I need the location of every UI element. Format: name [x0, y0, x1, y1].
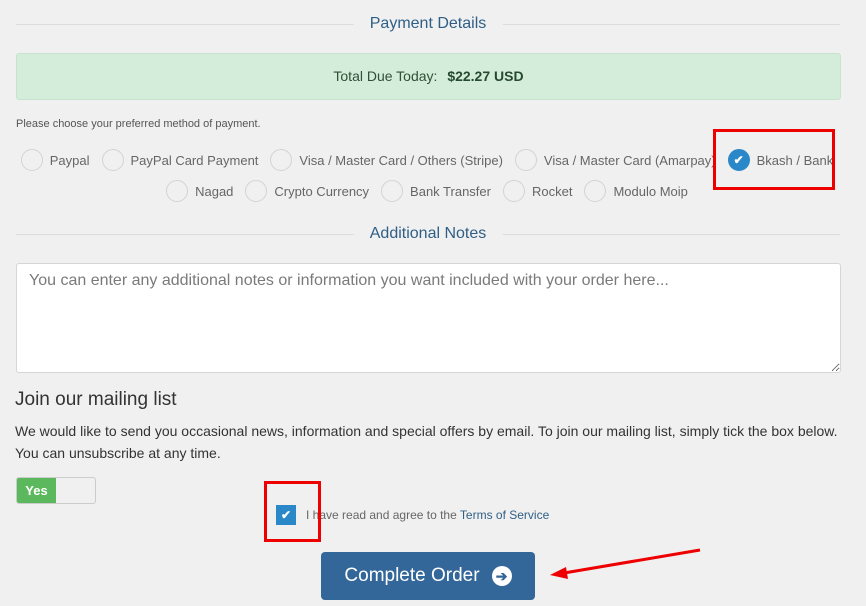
- total-due-banner: Total Due Today: $22.27 USD: [16, 53, 841, 100]
- payment-option-stripe[interactable]: Visa / Master Card / Others (Stripe): [270, 149, 503, 171]
- payment-option-label: Visa / Master Card (Amarpay): [543, 152, 716, 168]
- toggle-on-label: Yes: [17, 478, 56, 503]
- additional-notes-heading: Additional Notes: [16, 224, 840, 244]
- payment-option-bank-transfer[interactable]: Bank Transfer: [381, 180, 491, 202]
- radio-button[interactable]: [381, 180, 404, 202]
- mailing-list-title: Join our mailing list: [15, 389, 177, 410]
- payment-option-label: Bank Transfer: [410, 183, 491, 199]
- complete-order-label: Complete Order: [344, 565, 480, 586]
- annotation-arrow-shaft: [563, 548, 701, 575]
- payment-option-rocket[interactable]: Rocket: [502, 180, 573, 202]
- payment-details-heading: Payment Details: [16, 14, 840, 34]
- payment-option-amarpay[interactable]: Visa / Master Card (Amarpay): [514, 149, 716, 171]
- annotation-highlight-tos-checkbox: [264, 481, 321, 542]
- additional-notes-title: Additional Notes: [353, 224, 503, 244]
- payment-option-label: Nagad: [195, 183, 234, 199]
- radio-button[interactable]: [166, 180, 189, 202]
- terms-of-service-link[interactable]: Terms of Service: [460, 508, 549, 522]
- total-due-amount: $22.27 USD: [447, 68, 524, 84]
- payment-option-paypal-card[interactable]: PayPal Card Payment: [101, 149, 259, 171]
- radio-button[interactable]: [270, 149, 293, 171]
- payment-method-instructions: Please choose your preferred method of p…: [16, 118, 261, 130]
- payment-option-nagad[interactable]: Nagad: [166, 180, 233, 202]
- payment-details-title: Payment Details: [353, 14, 503, 34]
- complete-order-button[interactable]: Complete Order ➔: [321, 552, 535, 600]
- payment-option-label: Rocket: [531, 183, 573, 199]
- radio-button[interactable]: [514, 149, 537, 171]
- radio-button[interactable]: [584, 180, 607, 202]
- payment-option-modulo-moip[interactable]: Modulo Moip: [584, 180, 688, 202]
- arrow-circle-right-icon: ➔: [491, 566, 512, 586]
- mailing-list-description: We would like to send you occasional new…: [15, 423, 838, 461]
- annotation-arrow-icon: [550, 548, 701, 579]
- annotation-highlight-bkash: [713, 129, 835, 190]
- radio-button[interactable]: [101, 149, 124, 171]
- payment-option-label: PayPal Card Payment: [130, 152, 259, 168]
- payment-option-crypto[interactable]: Crypto Currency: [245, 180, 369, 202]
- payment-option-label: Paypal: [49, 152, 90, 168]
- radio-button[interactable]: [502, 180, 525, 202]
- total-due-label: Total Due Today:: [333, 68, 438, 84]
- radio-button[interactable]: [245, 180, 268, 202]
- tos-label: I have read and agree to the Terms of Se…: [306, 508, 549, 522]
- tos-text: I have read and agree to the: [306, 508, 457, 522]
- payment-option-label: Visa / Master Card / Others (Stripe): [299, 152, 503, 168]
- payment-option-label: Modulo Moip: [613, 183, 688, 199]
- radio-button[interactable]: [20, 149, 43, 171]
- payment-option-paypal[interactable]: Paypal: [20, 149, 90, 171]
- additional-notes-textarea[interactable]: [16, 263, 841, 373]
- annotation-arrow-head: [550, 567, 568, 579]
- mailing-list-toggle[interactable]: Yes: [16, 477, 96, 504]
- payment-option-label: Crypto Currency: [274, 183, 370, 199]
